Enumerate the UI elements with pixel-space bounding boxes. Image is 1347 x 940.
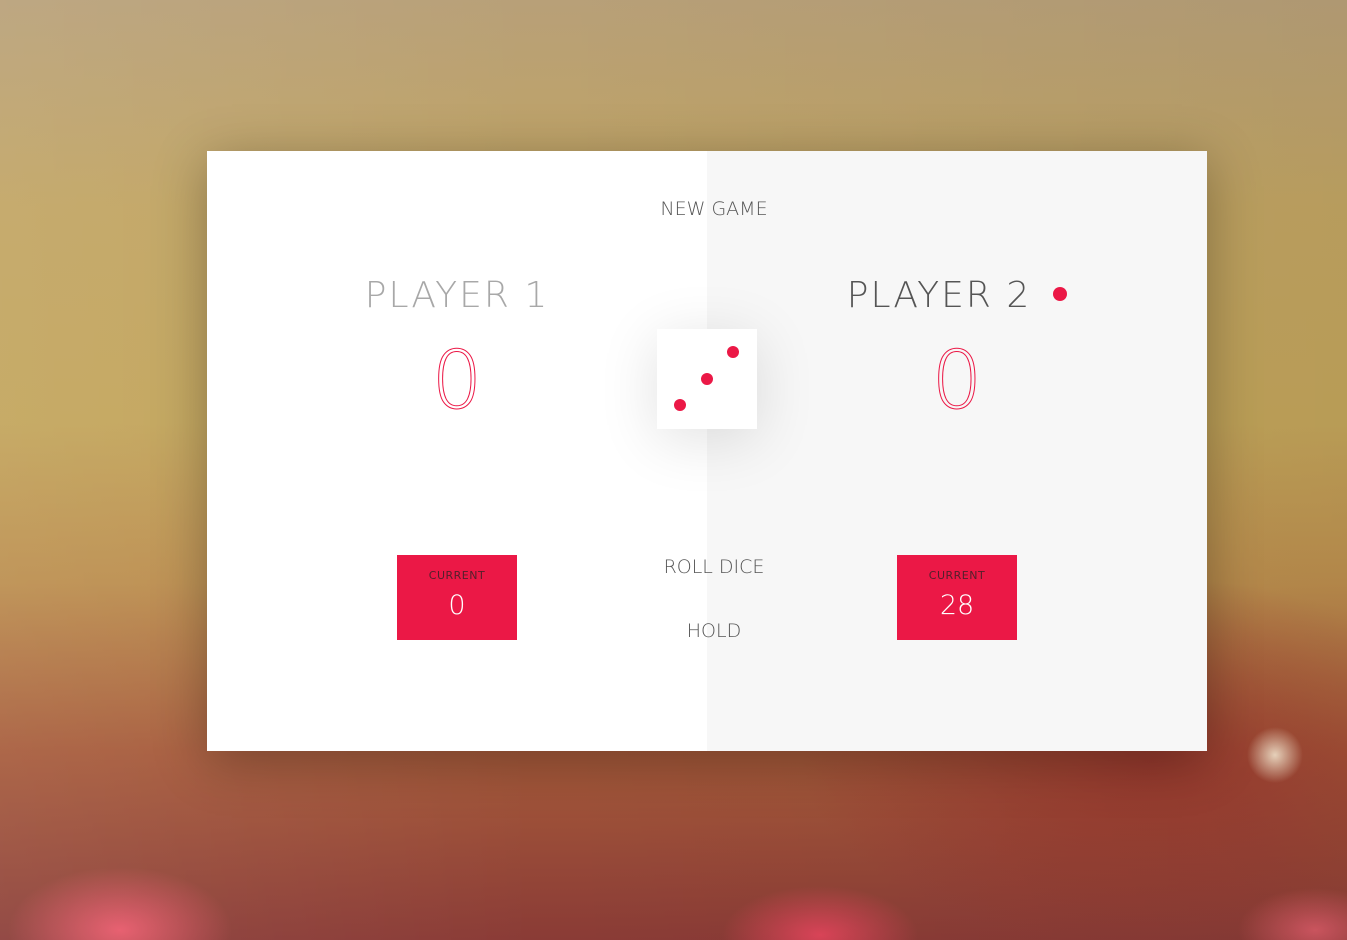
dice-icon <box>657 329 757 429</box>
player-2-current-score: 28 <box>939 590 975 621</box>
game-board: PLAYER 1 0 CURRENT 0 PLAYER 2 0 CURRENT … <box>207 151 1207 751</box>
player-1-current-box: CURRENT 0 <box>397 555 517 640</box>
dice-pip <box>674 399 686 411</box>
player-2-name: PLAYER 2 <box>707 271 1207 321</box>
player-2-name-text: PLAYER 2 <box>846 275 1032 316</box>
player-2-current-label: CURRENT <box>928 569 986 582</box>
roll-dice-button[interactable]: ROLL DICE <box>614 553 814 581</box>
player-1-current-score: 0 <box>448 590 466 621</box>
player-2-panel: PLAYER 2 0 CURRENT 28 <box>707 151 1207 751</box>
dice-pip <box>701 373 713 385</box>
player-1-current-label: CURRENT <box>428 569 486 582</box>
player-2-current-box: CURRENT 28 <box>897 555 1017 640</box>
player-1-panel: PLAYER 1 0 CURRENT 0 <box>207 151 707 751</box>
player-1-name-text: PLAYER 1 <box>364 275 550 316</box>
new-game-button[interactable]: NEW GAME <box>614 195 814 223</box>
active-player-indicator-icon <box>1053 287 1068 301</box>
dice-pip <box>727 346 739 358</box>
player-1-score: 0 <box>431 334 483 427</box>
hold-button[interactable]: HOLD <box>614 617 814 645</box>
player-1-name: PLAYER 1 <box>207 271 707 321</box>
player-2-score: 0 <box>931 334 983 427</box>
